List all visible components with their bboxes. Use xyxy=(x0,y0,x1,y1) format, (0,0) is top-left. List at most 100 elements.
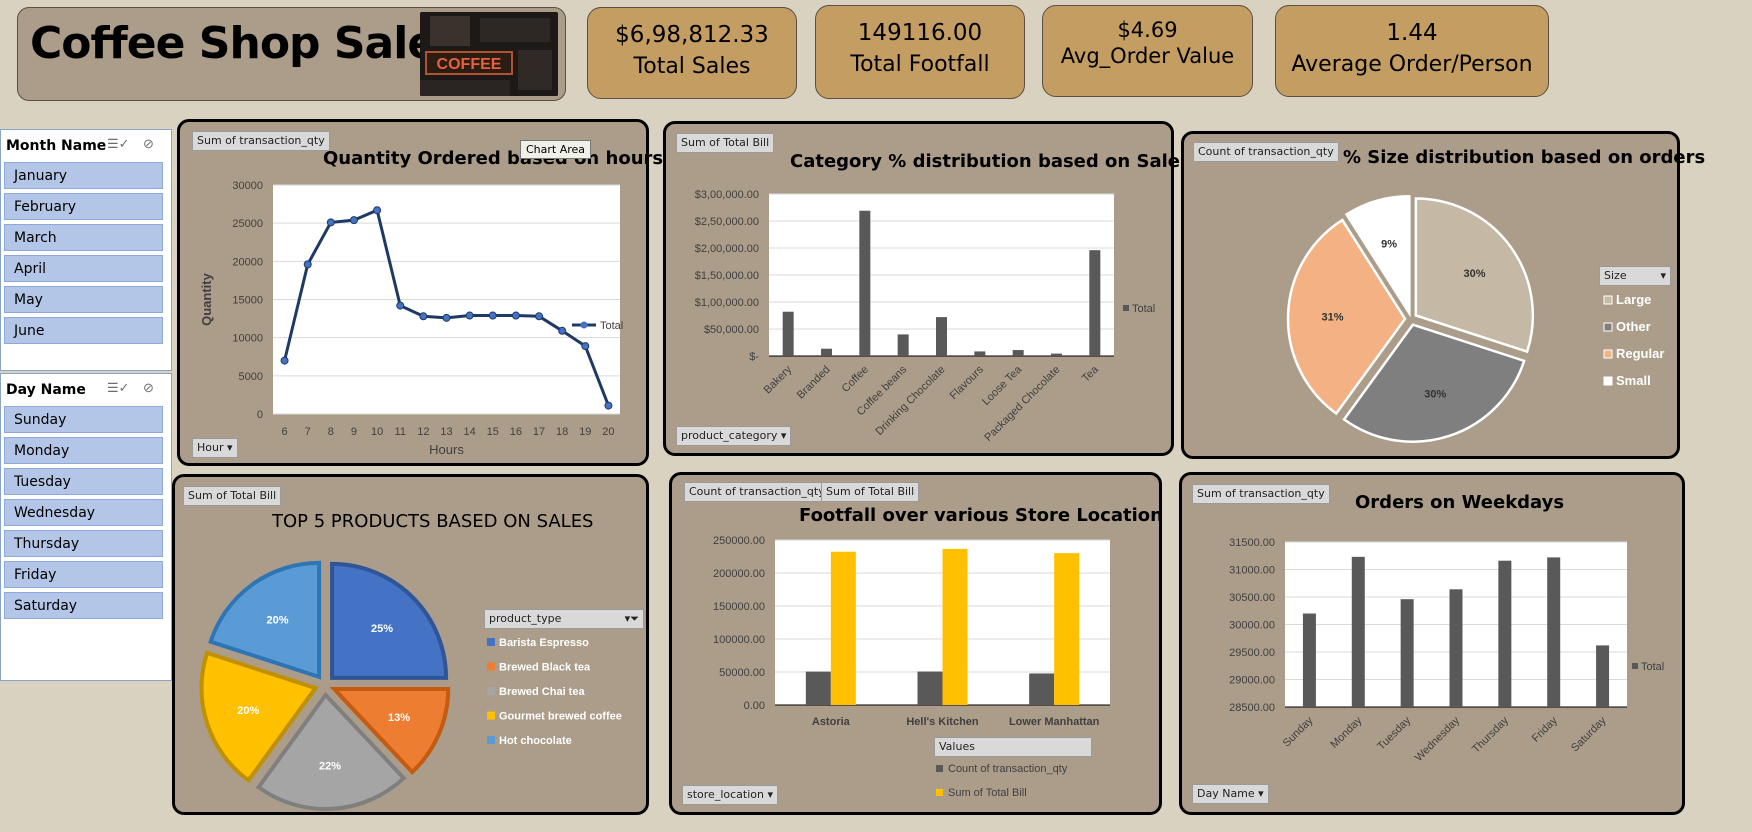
y-tick-label: 150000.00 xyxy=(713,601,765,613)
month-slicer-item-january[interactable]: January xyxy=(4,162,163,189)
kpi-label: Average Order/Person xyxy=(1291,52,1533,77)
x-tick-label: Saturday xyxy=(1569,714,1609,754)
bar xyxy=(1054,553,1080,705)
x-tick-label: 14 xyxy=(464,426,476,438)
y-tick-label: $2,00,000.00 xyxy=(695,243,759,255)
legend-swatch xyxy=(1123,305,1129,311)
y-tick-label: $2,50,000.00 xyxy=(695,216,759,228)
x-tick-label: Branded xyxy=(795,364,833,402)
store-location-axis-button[interactable]: store_location ▾ xyxy=(682,785,778,805)
kpi-total-sales: $6,98,812.33 Total Sales xyxy=(587,7,797,99)
month-slicer-item-february[interactable]: February xyxy=(4,193,163,220)
clear-filter-icon[interactable]: ⊘ xyxy=(143,380,154,396)
bar xyxy=(821,348,832,356)
data-label: 22% xyxy=(319,761,341,773)
x-tick-label: 13 xyxy=(440,426,452,438)
multi-select-icon[interactable]: ☰✓ xyxy=(107,380,130,396)
x-tick-label: 16 xyxy=(510,426,522,438)
x-tick-label: 12 xyxy=(417,426,429,438)
x-tick-label: Sunday xyxy=(1281,714,1316,749)
bar xyxy=(942,548,968,705)
kpi-value: 149116.00 xyxy=(857,20,983,46)
kpi-label: Avg_Order Value xyxy=(1060,44,1235,68)
y-tick-label: 0.00 xyxy=(744,700,765,712)
x-tick-label: 18 xyxy=(556,426,568,438)
day-slicer-item-sunday[interactable]: Sunday xyxy=(4,406,163,433)
y-tick-label: 200000.00 xyxy=(713,568,765,580)
bar xyxy=(917,671,943,705)
day-slicer-item-friday[interactable]: Friday xyxy=(4,561,163,588)
multi-select-icon[interactable]: ☰✓ xyxy=(107,136,130,152)
kpi-value: 1.44 xyxy=(1386,20,1438,46)
x-tick-label: 7 xyxy=(305,426,311,438)
month-slicer-item-april[interactable]: April xyxy=(4,255,163,282)
y-tick-label: 25000 xyxy=(232,218,263,230)
legend-marker xyxy=(580,321,588,329)
x-tick-label: Thursday xyxy=(1470,714,1511,755)
legend-label: Small xyxy=(1616,373,1651,388)
legend-swatch xyxy=(487,736,495,744)
hour-axis-button[interactable]: Hour ▾ xyxy=(192,438,238,458)
x-tick-label: 6 xyxy=(282,426,288,438)
legend-swatch xyxy=(487,687,495,695)
pie-slice xyxy=(330,561,449,680)
x-tick-label: 9 xyxy=(351,426,357,438)
y-tick-label: 31000.00 xyxy=(1229,565,1275,577)
day-slicer-item-tuesday[interactable]: Tuesday xyxy=(4,468,163,495)
x-tick-label: Flavours xyxy=(948,363,987,402)
bar xyxy=(1498,560,1512,707)
month-slicer-item-may[interactable]: May xyxy=(4,286,163,313)
legend-label: Total xyxy=(1132,303,1155,315)
data-point xyxy=(419,312,428,321)
size-legend-button[interactable]: Size ▾ xyxy=(1599,266,1671,286)
legend-label: Regular xyxy=(1616,346,1664,361)
size-chart-panel: Count of transaction_qty % Size distribu… xyxy=(1181,131,1705,459)
day-slicer-item-monday[interactable]: Monday xyxy=(4,437,163,464)
kpi-label: Total Sales xyxy=(633,54,751,79)
day-slicer-item-wednesday[interactable]: Wednesday xyxy=(4,499,163,526)
bar xyxy=(1012,350,1024,356)
product-type-legend-button[interactable]: product_type ▾⏷ xyxy=(484,609,644,629)
values-legend-button[interactable]: Values xyxy=(934,737,1092,757)
data-label: 20% xyxy=(267,615,289,627)
hours-chart-panel: Sum of transaction_qty Quantity Ordered … xyxy=(177,119,663,466)
data-label: 25% xyxy=(371,623,393,635)
y-tick-label: 20000 xyxy=(232,256,263,268)
day-name-axis-button[interactable]: Day Name ▾ xyxy=(1192,784,1269,804)
month-slicer-item-june[interactable]: June xyxy=(4,317,163,344)
legend-swatch xyxy=(1603,295,1613,305)
filter-icon: ▾⏷ xyxy=(624,612,639,625)
products-pie-chart: 25% 13% 22% 20% 20% Barista Espresso Brewed Bl… xyxy=(199,560,622,811)
bar xyxy=(830,551,856,705)
clear-filter-icon[interactable]: ⊘ xyxy=(143,136,154,152)
y-tick-label: 10000 xyxy=(232,333,263,345)
bar xyxy=(1302,613,1316,707)
legend-swatch xyxy=(487,662,495,671)
x-tick-label: 17 xyxy=(533,426,545,438)
y-tick-label: 15000 xyxy=(232,295,263,307)
y-tick-label: 28500.00 xyxy=(1229,702,1275,714)
bar xyxy=(1089,250,1101,356)
x-tick-label: 8 xyxy=(328,426,334,438)
bar xyxy=(1596,645,1610,707)
x-tick-label: 11 xyxy=(395,426,406,438)
month-slicer-item-march[interactable]: March xyxy=(4,224,163,251)
hours-line-chart: 0 5000 10000 15000 20000 25000 30000 6 7 8 9 10 11 12… xyxy=(199,180,623,457)
bar xyxy=(805,671,831,705)
x-tick-label: Lower Manhattan xyxy=(1009,716,1100,728)
y-tick-label: 29500.00 xyxy=(1229,647,1275,659)
day-slicer-item-thursday[interactable]: Thursday xyxy=(4,530,163,557)
data-point xyxy=(465,311,474,320)
bar xyxy=(782,311,794,356)
y-tick-label: 5000 xyxy=(239,371,263,383)
day-slicer: Day Name ☰✓ ⊘ Sunday Monday Tuesday Wednesd… xyxy=(0,373,172,681)
dropdown-icon: ▾ xyxy=(1660,269,1666,282)
category-axis-button[interactable]: product_category ▾ xyxy=(676,426,792,446)
day-slicer-item-saturday[interactable]: Saturday xyxy=(4,592,163,619)
month-slicer: Month Name ☰✓ ⊘ January February March Apri… xyxy=(0,129,172,371)
data-point xyxy=(558,326,567,335)
data-point xyxy=(511,311,520,320)
data-point xyxy=(396,301,405,310)
data-point xyxy=(326,218,335,227)
x-tick-label: Packaged Chocolate xyxy=(982,364,1062,444)
